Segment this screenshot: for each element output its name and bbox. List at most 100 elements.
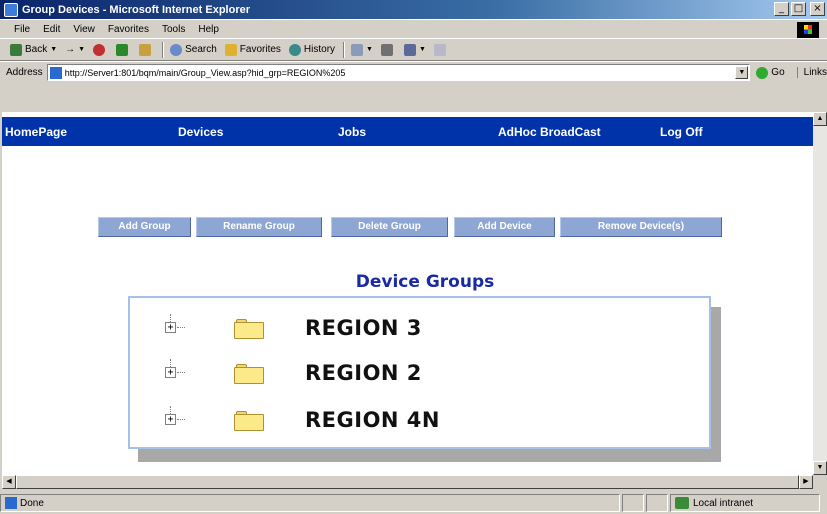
tree-line [177, 372, 185, 373]
close-button[interactable]: × [810, 2, 825, 16]
add-device-button[interactable]: Add Device [454, 217, 555, 237]
window-title-bar[interactable]: Group Devices - Microsoft Internet Explo… [0, 0, 827, 19]
chevron-down-icon[interactable]: ▼ [78, 46, 85, 53]
go-button[interactable]: Go [756, 66, 785, 79]
device-groups-panel: + REGION 3 + REGION 2 + REGION 4N [128, 296, 711, 449]
back-button[interactable]: Back ▼ [10, 43, 57, 56]
links-button[interactable]: Links [796, 67, 827, 78]
folder-icon[interactable] [234, 364, 264, 384]
expand-icon[interactable]: + [165, 322, 176, 333]
address-dropdown-icon[interactable]: ▼ [735, 66, 749, 79]
group-label[interactable]: REGION 3 [305, 316, 422, 340]
stop-button[interactable] [93, 43, 108, 56]
tree-item-region-2[interactable]: + REGION 2 [160, 357, 680, 389]
refresh-button[interactable] [116, 43, 131, 56]
tree-item-region-3[interactable]: + REGION 3 [160, 312, 680, 344]
favorites-button[interactable]: Favorites [224, 43, 281, 56]
menu-edit[interactable]: Edit [43, 24, 60, 35]
refresh-icon [116, 43, 129, 56]
menu-bar: File Edit View Favorites Tools Help [0, 19, 827, 39]
window-title: Group Devices - Microsoft Internet Explo… [22, 3, 250, 16]
favorites-icon [224, 43, 237, 56]
address-label: Address [6, 67, 43, 78]
go-label: Go [771, 67, 785, 78]
site-nav-bar: HomePage Devices Jobs AdHoc BroadCast Lo… [2, 117, 813, 146]
menu-view[interactable]: View [73, 24, 95, 35]
scroll-up-icon[interactable]: ▲ [813, 112, 827, 126]
tree-item-region-4n[interactable]: + REGION 4N [160, 404, 680, 436]
folder-icon[interactable] [234, 411, 264, 431]
search-icon [170, 43, 183, 56]
delete-group-button[interactable]: Delete Group [331, 217, 448, 237]
menu-help[interactable]: Help [198, 24, 219, 35]
edit-button[interactable]: ▼ [403, 43, 426, 56]
maximize-button[interactable]: □ [791, 2, 806, 16]
tree-line [177, 419, 185, 420]
go-arrow-icon [756, 66, 769, 79]
back-label: Back [25, 44, 48, 55]
forward-button[interactable]: → ▼ [65, 44, 85, 55]
scroll-right-icon[interactable]: ▶ [799, 475, 813, 489]
nav-adhoc-broadcast[interactable]: AdHoc BroadCast [498, 125, 601, 139]
nav-jobs[interactable]: Jobs [338, 125, 366, 139]
folder-icon[interactable] [234, 319, 264, 339]
scrollbar-thumb[interactable] [16, 475, 799, 489]
scroll-down-icon[interactable]: ▼ [813, 461, 827, 475]
stop-icon [93, 43, 106, 56]
zone-label: Local intranet [693, 497, 754, 509]
print-icon [380, 43, 393, 56]
forward-arrow-icon: → [65, 44, 76, 55]
rename-group-button[interactable]: Rename Group [196, 217, 322, 237]
back-arrow-icon [10, 43, 22, 56]
tree-line [170, 406, 171, 414]
expand-icon[interactable]: + [165, 414, 176, 425]
address-url[interactable]: http://Server1:801/bqm/main/Group_View.a… [65, 68, 346, 78]
history-icon [288, 43, 301, 56]
discuss-button[interactable] [433, 43, 449, 56]
home-button[interactable] [139, 43, 154, 56]
mail-icon [351, 43, 364, 56]
status-text: Done [20, 497, 44, 509]
horizontal-scrollbar[interactable]: ◀ ▶ [2, 475, 813, 489]
home-icon [139, 43, 152, 56]
group-label[interactable]: REGION 2 [305, 361, 422, 385]
print-button[interactable] [380, 43, 396, 56]
window-controls: _ □ × [774, 2, 825, 16]
add-group-button[interactable]: Add Group [98, 217, 191, 237]
chevron-down-icon[interactable]: ▼ [419, 46, 426, 53]
search-label: Search [185, 44, 217, 55]
minimize-button[interactable]: _ [774, 2, 789, 16]
device-groups-heading: Device Groups [355, 272, 495, 292]
ie-icon [4, 2, 18, 17]
toolbar-divider [162, 41, 165, 58]
address-bar: Address http://Server1:801/bqm/main/Grou… [0, 61, 827, 83]
windows-logo-icon [797, 22, 819, 38]
page-icon [49, 66, 62, 79]
search-button[interactable]: Search [170, 43, 217, 56]
edit-icon [403, 43, 416, 56]
vertical-scrollbar[interactable]: ▲ ▼ [813, 112, 827, 475]
nav-devices[interactable]: Devices [178, 125, 223, 139]
status-bar: Done Local intranet [0, 492, 827, 514]
tree-line [170, 359, 171, 367]
history-button[interactable]: History [288, 43, 335, 56]
menu-favorites[interactable]: Favorites [108, 24, 149, 35]
scroll-left-icon[interactable]: ◀ [2, 475, 16, 489]
chevron-down-icon[interactable]: ▼ [50, 46, 57, 53]
menu-file[interactable]: File [14, 24, 30, 35]
nav-log-off[interactable]: Log Off [660, 125, 703, 139]
security-zone[interactable]: Local intranet [670, 494, 820, 512]
chevron-down-icon[interactable]: ▼ [366, 46, 373, 53]
address-input[interactable]: http://Server1:801/bqm/main/Group_View.a… [46, 64, 751, 81]
tree-line [177, 327, 185, 328]
remove-devices-button[interactable]: Remove Device(s) [560, 217, 722, 237]
standard-toolbar: Back ▼ → ▼ Search Favorites History ▼ ▼ [0, 39, 827, 61]
discuss-icon [433, 43, 446, 56]
tree-line [170, 314, 171, 322]
menu-tools[interactable]: Tools [162, 24, 185, 35]
mail-button[interactable]: ▼ [351, 43, 373, 56]
nav-homepage[interactable]: HomePage [5, 125, 67, 139]
status-text-area: Done [0, 494, 620, 512]
group-label[interactable]: REGION 4N [305, 408, 440, 432]
expand-icon[interactable]: + [165, 367, 176, 378]
